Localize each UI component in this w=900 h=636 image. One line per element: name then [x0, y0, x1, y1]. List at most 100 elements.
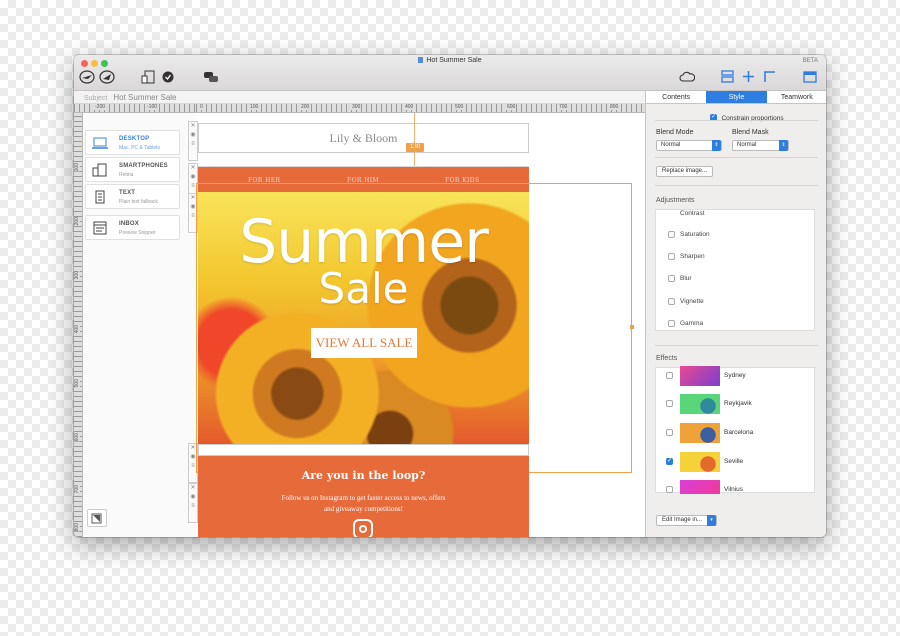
adjustment-blur[interactable]: Blur: [668, 275, 692, 282]
ruler-tick-label: 800: [74, 523, 80, 532]
beta-label: BETA: [802, 58, 818, 64]
chevron-updown-icon: ⇕: [712, 140, 721, 151]
subject-value[interactable]: Hot Summer Sale: [113, 93, 176, 102]
subject-label: Subject: [84, 95, 108, 102]
checkbox-icon[interactable]: [668, 231, 675, 238]
checkbox-icon[interactable]: [668, 320, 675, 327]
ruler-tick-label: 200: [300, 104, 311, 110]
effect-vilnius[interactable]: Vilnius: [656, 480, 816, 502]
comments-button[interactable]: [202, 68, 220, 85]
effect-thumbnail: [680, 452, 720, 472]
send-test-button[interactable]: [78, 68, 96, 85]
effect-sydney[interactable]: Sydney: [656, 366, 816, 388]
replace-image-button[interactable]: Replace image...: [656, 166, 714, 177]
effect-barcelona[interactable]: Barcelona: [656, 423, 816, 445]
checkbox-icon[interactable]: [668, 275, 675, 282]
effect-name: Sydney: [724, 372, 746, 379]
ruler-tick-label: 100: [74, 163, 80, 172]
app-window: Hot Summer Sale BETA Subject Hot Summer S…: [74, 55, 826, 537]
effect-seville[interactable]: Seville: [656, 452, 816, 474]
tab-contents[interactable]: Contents: [646, 91, 706, 103]
blend-mode-label: Blend Mode: [656, 129, 694, 136]
ruler-tick-label: 0: [199, 104, 204, 110]
horizontal-ruler: 0 100 200 300 400 500 600 700 800: [196, 104, 645, 113]
device-text[interactable]: TEXT Plain text fallback: [85, 184, 180, 209]
check-button[interactable]: [161, 68, 175, 85]
checkmark-circle-icon: [162, 71, 174, 82]
loop-heading: Are you in the loop?: [301, 469, 426, 482]
window-title-text: Hot Summer Sale: [426, 57, 482, 64]
adjustment-label: Sharpen: [680, 253, 705, 260]
checkbox-icon[interactable]: [668, 298, 675, 305]
adjustment-vignette[interactable]: Vignette: [668, 298, 704, 305]
adjustment-label: Saturation: [680, 231, 710, 238]
ruler-tick-label: 100: [249, 104, 260, 110]
adjustment-sharpen[interactable]: Sharpen: [668, 253, 705, 260]
checkbox-checked-icon[interactable]: [666, 457, 673, 465]
cloud-icon: [679, 71, 695, 82]
inspector-toggle-button[interactable]: [802, 68, 818, 85]
device-desktop[interactable]: DESKTOP Mac, PC & Tablets: [85, 130, 180, 155]
blend-mode-select[interactable]: Normal ⇕: [656, 140, 722, 151]
titlebar: Hot Summer Sale BETA: [74, 55, 826, 91]
rocket-icon: [99, 69, 115, 84]
effect-thumbnail: [680, 423, 720, 443]
document-icon: [418, 57, 424, 63]
spacer-block[interactable]: [198, 444, 529, 456]
resize-handle[interactable]: [630, 325, 634, 329]
crop-corner-icon: [763, 71, 775, 82]
blocks-icon: [720, 70, 734, 83]
checkbox-icon[interactable]: [666, 400, 673, 407]
crop-button[interactable]: [762, 68, 776, 85]
newsletter-block[interactable]: Are you in the loop? Follow us on Instag…: [198, 456, 529, 537]
effects-list: Sydney Reykjavik Barcelona Seville Vilni…: [655, 366, 816, 494]
brand-logo[interactable]: Lily & Bloom: [198, 123, 529, 153]
loop-text: Follow us on Instagram to get faster acc…: [281, 494, 446, 513]
device-sub: Preview Snippet: [119, 230, 156, 236]
layout-blocks-button[interactable]: [720, 68, 734, 85]
tab-teamwork[interactable]: Teamwork: [767, 91, 826, 103]
fit-view-button[interactable]: [87, 509, 107, 527]
adjustment-contrast[interactable]: Contrast: [668, 210, 705, 217]
campaign-button[interactable]: [98, 68, 116, 85]
adjustment-label: Vignette: [680, 298, 704, 305]
chat-bubbles-icon: [204, 71, 218, 82]
ruler-tick-label: 400: [74, 325, 80, 334]
edit-image-label: Edit Image in...: [662, 517, 703, 523]
effect-reykjavik[interactable]: Reykjavik: [656, 394, 816, 416]
block-controls-loop-2[interactable]: ✕ ◉ ≡: [188, 483, 198, 523]
ruler-tick-label: 700: [558, 104, 569, 110]
subject-bar[interactable]: Subject Hot Summer Sale: [74, 91, 645, 104]
sidebar-icon: [803, 70, 817, 83]
checkbox-icon[interactable]: [666, 429, 673, 436]
measure-badge: 130: [406, 143, 424, 152]
tab-style[interactable]: Style: [706, 91, 767, 103]
ruler-tick-label: 500: [454, 104, 465, 110]
adjustment-gamma[interactable]: Gamma: [668, 320, 703, 327]
preview-devices-button[interactable]: [140, 68, 156, 85]
checkbox-icon[interactable]: [666, 372, 673, 379]
edit-image-in-button[interactable]: Edit Image in... ▾: [656, 515, 718, 526]
checkbox-icon[interactable]: [668, 253, 675, 260]
image-selection-frame[interactable]: [196, 183, 632, 473]
resize-icon: [91, 513, 102, 524]
inspector-tabs: Contents Style Teamwork: [646, 91, 826, 104]
device-inbox[interactable]: INBOX Preview Snippet: [85, 215, 180, 240]
checkbox-icon[interactable]: [666, 486, 673, 493]
cloud-sync-button[interactable]: [678, 68, 696, 85]
add-block-button[interactable]: [741, 68, 755, 85]
adjustment-saturation[interactable]: Saturation: [668, 231, 710, 238]
ruler-tick-label: -100: [146, 104, 159, 110]
blend-mask-value: Normal: [737, 142, 757, 148]
constrain-checkbox[interactable]: Constrain proportions: [710, 107, 784, 125]
window-title: Hot Summer Sale: [74, 57, 826, 64]
device-smartphones[interactable]: SMARTPHONES Retina: [85, 157, 180, 182]
adjustment-label: Contrast: [680, 210, 705, 217]
block-controls-logo[interactable]: ✕ ◉ ≡: [188, 121, 198, 161]
instagram-icon[interactable]: [353, 519, 373, 537]
blend-mask-select[interactable]: Normal ⇕: [732, 140, 789, 151]
device-sub: Plain text fallback: [119, 199, 158, 205]
text-doc-icon: [92, 190, 108, 204]
phone-icon: [92, 163, 108, 177]
divider: [655, 185, 818, 186]
